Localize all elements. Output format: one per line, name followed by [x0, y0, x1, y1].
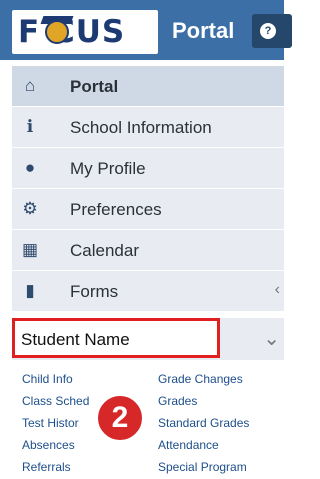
- chevron-left-icon: ‹: [274, 281, 280, 298]
- info-icon: ℹ: [26, 117, 34, 136]
- user-icon: ●: [24, 158, 36, 177]
- sidebar-item-label: Preferences: [70, 200, 162, 219]
- step-number-badge: 2: [96, 394, 144, 442]
- sublinks-left-column: Child Info Class Sched Test Histor Absen…: [22, 368, 89, 478]
- help-icon: ?: [260, 23, 276, 39]
- link-grade-changes[interactable]: Grade Changes: [158, 368, 249, 390]
- student-sublinks: Child Info Class Sched Test Histor Absen…: [18, 368, 282, 476]
- link-child-info[interactable]: Child Info: [22, 368, 89, 390]
- sidebar-item-label: Calendar: [70, 241, 139, 260]
- sidebar-item-portal[interactable]: ⌂ Portal: [12, 66, 284, 107]
- sidebar-item-school-information[interactable]: ℹ School Information: [12, 107, 284, 148]
- student-name-label: Student Name: [21, 330, 130, 349]
- chevron-down-icon[interactable]: ⌄: [263, 326, 280, 351]
- link-test-history[interactable]: Test Histor: [22, 412, 89, 434]
- student-selector[interactable]: Student Name ⌄: [12, 318, 284, 360]
- link-attendance[interactable]: Attendance: [158, 434, 249, 456]
- sidebar-item-my-profile[interactable]: ● My Profile: [12, 148, 284, 189]
- sidebar-item-label: School Information: [70, 118, 212, 137]
- link-special-program[interactable]: Special Program: [158, 456, 249, 478]
- link-class-schedule[interactable]: Class Sched: [22, 390, 89, 412]
- sublinks-right-column: Grade Changes Grades Standard Grades Att…: [158, 368, 249, 478]
- link-grades[interactable]: Grades: [158, 390, 249, 412]
- globe-icon: [45, 20, 69, 44]
- sidebar-item-calendar[interactable]: ▦ Calendar: [12, 230, 284, 271]
- link-standard-grades[interactable]: Standard Grades: [158, 412, 249, 434]
- home-icon: ⌂: [24, 76, 36, 95]
- link-referrals[interactable]: Referrals: [22, 456, 89, 478]
- link-absences[interactable]: Absences: [22, 434, 89, 456]
- header-title[interactable]: Portal: [172, 18, 234, 44]
- calendar-icon: ▦: [21, 240, 39, 259]
- sidebar-item-label: My Profile: [70, 159, 146, 178]
- app-header: F CUS Portal ?: [0, 0, 292, 60]
- student-name-highlight: Student Name: [12, 318, 220, 358]
- gear-icon: ⚙: [22, 199, 38, 218]
- file-icon: ▮: [25, 281, 35, 300]
- help-button[interactable]: ?: [252, 14, 292, 48]
- focus-logo[interactable]: F CUS: [12, 10, 158, 54]
- sidebar-item-preferences[interactable]: ⚙ Preferences: [12, 189, 284, 230]
- sidebar-item-label: Portal: [70, 77, 119, 96]
- sidebar-menu: ⌂ Portal ℹ School Information ● My Profi…: [12, 66, 284, 312]
- sidebar-item-forms[interactable]: ▮ Forms ‹: [12, 271, 284, 312]
- sidebar-item-label: Forms: [70, 282, 119, 301]
